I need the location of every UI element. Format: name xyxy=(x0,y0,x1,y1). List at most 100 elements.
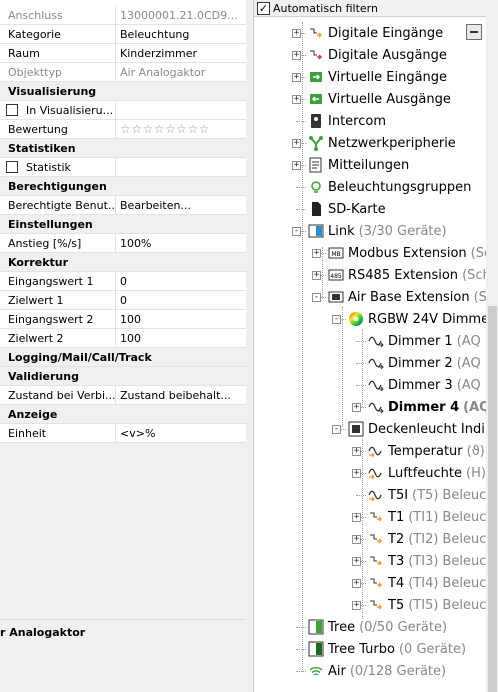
tree-node[interactable]: Netzwerkperipherie xyxy=(308,132,456,154)
property-category[interactable]: Logging/Mail/Call/Track xyxy=(0,348,246,367)
expand-icon[interactable]: + xyxy=(352,535,361,544)
modbus-icon: MB xyxy=(328,245,344,261)
property-row[interactable]: Raum Kinderzimmer xyxy=(0,44,246,63)
tree-node[interactable]: Mitteilungen xyxy=(308,154,409,176)
property-value[interactable]: Zustand beibehalt... xyxy=(116,386,246,404)
tree-node[interactable]: Virtuelle Ausgänge xyxy=(308,88,451,110)
network-icon xyxy=(308,135,324,151)
tree-node[interactable]: Dimmer 3 (AQ xyxy=(368,374,481,396)
expand-icon[interactable]: + xyxy=(352,403,361,412)
auto-filter-label[interactable]: Automatisch filtern xyxy=(273,2,378,15)
tree-node[interactable]: Beleuchtungsgruppen xyxy=(308,176,471,198)
tree-node[interactable]: Deckenleucht Indi xyxy=(348,418,485,440)
expand-icon[interactable]: + xyxy=(292,73,301,82)
property-row[interactable]: Statistik xyxy=(0,158,246,177)
property-row[interactable]: In Visualisieru... xyxy=(0,101,246,120)
property-row[interactable]: Zustand bei Verbi... Zustand beibehalt... xyxy=(0,386,246,405)
tree-connector xyxy=(296,187,306,188)
property-name: Raum xyxy=(0,44,116,62)
property-value[interactable]: Kinderzimmer xyxy=(116,44,246,62)
expand-icon[interactable]: + xyxy=(292,161,301,170)
property-row[interactable]: Eingangswert 1 0 xyxy=(0,272,246,291)
rating-stars[interactable]: ☆☆☆☆☆☆☆☆ xyxy=(116,120,246,138)
property-row[interactable]: Berechtigte Benut... Bearbeiten... xyxy=(0,196,246,215)
property-row[interactable]: Kategorie Beleuchtung xyxy=(0,25,246,44)
tree-node[interactable]: T3 (TI3) Beleuc xyxy=(368,550,486,572)
property-row[interactable]: Anschluss 13000001.21.0CD9... xyxy=(0,6,246,25)
tree-node[interactable]: Virtuelle Eingänge xyxy=(308,66,447,88)
tree-node[interactable]: T5I (T5) Beleuc xyxy=(368,484,486,506)
tree-node[interactable]: Tree (0/50 Geräte) xyxy=(308,616,447,638)
tree-node[interactable]: Air (0/128 Geräte) xyxy=(308,660,446,682)
tree-node[interactable]: Temperatur (ϑ) xyxy=(368,440,485,462)
tree-node[interactable]: Luftfeuchte (H) xyxy=(368,462,486,484)
tree-node[interactable]: Digitale Eingänge xyxy=(308,22,443,44)
expand-icon[interactable]: + xyxy=(312,249,321,258)
collapse-icon[interactable]: - xyxy=(292,227,301,236)
svg-text:485: 485 xyxy=(330,273,342,280)
tree-node[interactable]: T1 (TI1) Beleuc xyxy=(368,506,486,528)
expand-icon[interactable]: + xyxy=(352,513,361,522)
tree-node[interactable]: T2 (TI2) Beleuc xyxy=(368,528,486,550)
tree-node-label: Luftfeuchte xyxy=(388,465,462,481)
collapse-icon[interactable]: - xyxy=(312,293,321,302)
property-value[interactable]: 100% xyxy=(116,234,246,252)
property-value[interactable]: Beleuchtung xyxy=(116,25,246,43)
property-value[interactable] xyxy=(116,158,246,176)
property-row[interactable]: Bewertung ☆☆☆☆☆☆☆☆ xyxy=(0,120,246,139)
property-row[interactable]: Einheit <v>% xyxy=(0,424,246,443)
property-row[interactable]: Anstieg [%/s] 100% xyxy=(0,234,246,253)
property-checkbox[interactable] xyxy=(6,104,18,116)
tree-node[interactable]: Air Base Extension(Sc xyxy=(328,286,486,308)
property-row[interactable]: Zielwert 2 100 xyxy=(0,329,246,348)
property-category[interactable]: Validierung xyxy=(0,367,246,386)
expand-icon[interactable]: + xyxy=(352,579,361,588)
tree-node[interactable]: Link (3/30 Geräte) xyxy=(308,220,447,242)
tree-node[interactable]: RGBW 24V Dimme xyxy=(348,308,486,330)
tree-node[interactable]: SD-Karte xyxy=(308,198,386,220)
tree-node[interactable]: Dimmer 1 (AQ xyxy=(368,330,481,352)
collapse-icon[interactable]: - xyxy=(332,315,341,324)
property-category[interactable]: Korrektur xyxy=(0,253,246,272)
property-category[interactable]: Berechtigungen xyxy=(0,177,246,196)
property-checkbox[interactable] xyxy=(6,161,18,173)
expand-icon[interactable]: + xyxy=(352,557,361,566)
expand-icon[interactable]: + xyxy=(352,447,361,456)
expand-icon[interactable]: + xyxy=(352,469,361,478)
property-category[interactable]: Einstellungen xyxy=(0,215,246,234)
collapse-icon[interactable]: - xyxy=(332,425,341,434)
tree-node[interactable]: MB Modbus Extension(Sc xyxy=(328,242,486,264)
property-row[interactable]: Zielwert 1 0 xyxy=(0,291,246,310)
collapse-button[interactable] xyxy=(466,24,482,40)
tree-node[interactable]: Dimmer 2 (AQ xyxy=(368,352,481,374)
tree-node[interactable]: T4 (TI4) Beleuc xyxy=(368,572,486,594)
property-category[interactable]: Visualisierung xyxy=(0,82,246,101)
expand-icon[interactable]: + xyxy=(292,51,301,60)
tree-vertical-scrollbar[interactable] xyxy=(486,16,498,692)
expand-icon[interactable]: + xyxy=(352,601,361,610)
tree-node[interactable]: Intercom xyxy=(308,110,386,132)
tree-node[interactable]: 485 RS485 Extension(Sch xyxy=(328,264,486,286)
auto-filter-checkbox[interactable]: ✓ xyxy=(257,1,270,15)
property-category[interactable]: Anzeige xyxy=(0,405,246,424)
property-value[interactable]: 100 xyxy=(116,310,246,328)
property-value[interactable]: 0 xyxy=(116,272,246,290)
expand-icon[interactable]: + xyxy=(292,95,301,104)
expand-icon[interactable]: + xyxy=(312,271,321,280)
property-row[interactable]: Eingangswert 2 100 xyxy=(0,310,246,329)
property-row[interactable]: Objekttyp Air Analogaktor xyxy=(0,63,246,82)
tree-node[interactable]: Digitale Ausgänge xyxy=(308,44,447,66)
tree-node[interactable]: Dimmer 4(AQ xyxy=(368,396,486,418)
property-value[interactable] xyxy=(116,101,246,119)
scrollbar-thumb[interactable] xyxy=(488,306,497,692)
property-category[interactable]: Statistiken xyxy=(0,139,246,158)
property-value[interactable]: 100 xyxy=(116,329,246,347)
expand-icon[interactable]: + xyxy=(292,29,301,38)
property-value[interactable]: Bearbeiten... xyxy=(116,196,246,214)
expand-icon[interactable]: + xyxy=(292,139,301,148)
tree-node-detail: (Sc xyxy=(470,245,486,261)
tree-node[interactable]: T5 (TI5) Beleuc xyxy=(368,594,486,616)
property-value[interactable]: <v>% xyxy=(116,424,246,442)
property-value[interactable]: 0 xyxy=(116,291,246,309)
tree-node[interactable]: Tree Turbo (0 Geräte) xyxy=(308,638,466,660)
